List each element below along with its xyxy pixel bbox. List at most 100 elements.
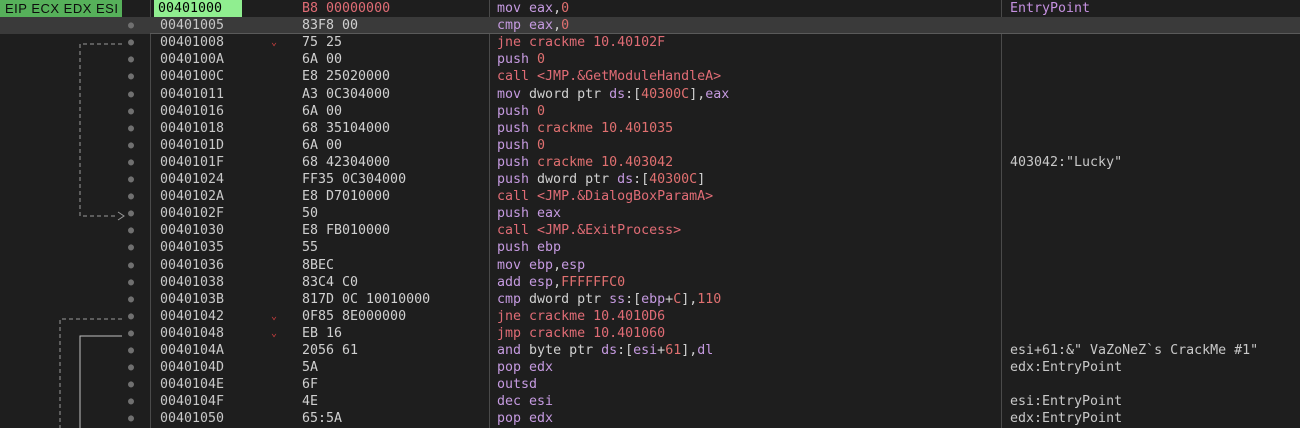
disasm-row[interactable]: ● 0040101F 68 42304000 push crackme 10.4030… (0, 154, 1300, 171)
address[interactable]: 00401000 (154, 0, 242, 17)
disasm-row[interactable]: ● 00401024 FF35 0C304000 push dword ptr ds:… (0, 171, 1300, 188)
instruction[interactable]: mov dword ptr ds:[40300C],eax (497, 86, 729, 103)
disasm-row[interactable]: 00401000 B8 00000000 mov eax,0 EntryPoint (0, 0, 1300, 17)
disasm-row[interactable]: ● 0040100A 6A 00 push 0 (0, 51, 1300, 68)
address[interactable]: 00401035 (160, 239, 224, 256)
instruction[interactable]: push 0 (497, 51, 545, 68)
address[interactable]: 0040104E (160, 376, 224, 393)
address[interactable]: 0040100C (160, 68, 224, 85)
address[interactable]: 00401050 (160, 410, 224, 427)
breakpoint-dot-icon[interactable]: ● (128, 17, 134, 34)
instruction[interactable]: pop edx (497, 359, 553, 376)
instruction[interactable]: push crackme 10.403042 (497, 154, 673, 171)
address[interactable]: 0040102A (160, 188, 224, 205)
disasm-row[interactable]: ● 00401036 8BEC mov ebp,esp (0, 257, 1300, 274)
address[interactable]: 0040101D (160, 137, 224, 154)
address[interactable]: 00401024 (160, 171, 224, 188)
disasm-row[interactable]: ● 00401050 65:5A pop edx edx:EntryPoint (0, 410, 1300, 427)
breakpoint-dot-icon[interactable]: ● (128, 291, 134, 308)
disasm-row[interactable]: ● 0040104A 2056 61 and byte ptr ds:[esi+61]… (0, 342, 1300, 359)
instruction[interactable]: jne crackme 10.40102F (497, 34, 665, 51)
address[interactable]: 0040101F (160, 154, 224, 171)
disasm-row[interactable]: ● 0040101D 6A 00 push 0 (0, 137, 1300, 154)
instruction[interactable]: outsd (497, 376, 537, 393)
breakpoint-dot-icon[interactable]: ● (128, 308, 134, 325)
instruction[interactable]: dec esi (497, 393, 553, 410)
instruction[interactable]: cmp eax,0 (497, 17, 569, 34)
address[interactable]: 0040102F (160, 205, 224, 222)
disasm-row[interactable]: ● 0040100C E8 25020000 call <JMP.&GetModule… (0, 68, 1300, 85)
address[interactable]: 00401048 (160, 325, 224, 342)
breakpoint-dot-icon[interactable]: ● (128, 359, 134, 376)
address[interactable]: 00401008 (160, 34, 224, 51)
instruction[interactable]: call <JMP.&GetModuleHandleA> (497, 68, 721, 85)
instruction[interactable]: cmp dword ptr ss:[ebp+C],110 (497, 291, 721, 308)
breakpoint-dot-icon[interactable]: ● (128, 257, 134, 274)
breakpoint-dot-icon[interactable]: ● (128, 325, 134, 342)
instruction[interactable]: push 0 (497, 137, 545, 154)
breakpoint-dot-icon[interactable]: ● (128, 103, 134, 120)
disasm-row[interactable]: ● 00401018 68 35104000 push crackme 10.4010… (0, 120, 1300, 137)
breakpoint-dot-icon[interactable]: ● (128, 205, 134, 222)
address[interactable]: 00401011 (160, 86, 224, 103)
address[interactable]: 0040103B (160, 291, 224, 308)
address[interactable]: 0040100A (160, 51, 224, 68)
breakpoint-dot-icon[interactable]: ● (128, 86, 134, 103)
instruction[interactable]: mov eax,0 (497, 0, 569, 17)
instruction[interactable]: push dword ptr ds:[40300C] (497, 171, 705, 188)
instruction[interactable]: jmp crackme 10.401060 (497, 325, 665, 342)
instruction[interactable]: push 0 (497, 103, 545, 120)
instruction[interactable]: and byte ptr ds:[esi+61],dl (497, 342, 713, 359)
breakpoint-dot-icon[interactable]: ● (128, 376, 134, 393)
disasm-row[interactable]: ● 0040102F 50 push eax (0, 205, 1300, 222)
instruction[interactable]: mov ebp,esp (497, 257, 585, 274)
instruction[interactable]: call <JMP.&ExitProcess> (497, 222, 681, 239)
disasm-row[interactable]: ● 00401048 ⌄ EB 16 jmp crackme 10.401060 (0, 325, 1300, 342)
instruction[interactable]: pop edx (497, 410, 553, 427)
disasm-row[interactable]: ● 0040103B 817D 0C 10010000 cmp dword ptr s… (0, 291, 1300, 308)
breakpoint-dot-icon[interactable]: ● (128, 68, 134, 85)
breakpoint-dot-icon[interactable]: ● (128, 154, 134, 171)
breakpoint-dot-icon[interactable]: ● (128, 393, 134, 410)
address[interactable]: 00401038 (160, 274, 224, 291)
address[interactable]: 0040104F (160, 393, 224, 410)
address[interactable]: 00401036 (160, 257, 224, 274)
instruction[interactable]: push eax (497, 205, 561, 222)
disasm-row[interactable]: ● 00401038 83C4 C0 add esp,FFFFFFC0 (0, 274, 1300, 291)
disasm-row[interactable]: ● 0040104D 5A pop edx edx:EntryPoint (0, 359, 1300, 376)
address[interactable]: 0040104D (160, 359, 224, 376)
disasm-row[interactable]: ● 00401030 E8 FB010000 call <JMP.&ExitProce… (0, 222, 1300, 239)
breakpoint-dot-icon[interactable]: ● (128, 137, 134, 154)
disasm-row[interactable]: ● 0040102A E8 D7010000 call <JMP.&DialogBox… (0, 188, 1300, 205)
disasm-row[interactable]: ● 00401035 55 push ebp (0, 239, 1300, 256)
breakpoint-dot-icon[interactable]: ● (128, 171, 134, 188)
breakpoint-dot-icon[interactable]: ● (128, 188, 134, 205)
breakpoint-dot-icon[interactable]: ● (128, 342, 134, 359)
disasm-row[interactable]: ● 0040104E 6F outsd (0, 376, 1300, 393)
disasm-row[interactable]: ● 00401005 83F8 00 cmp eax,0 (0, 17, 1300, 35)
address[interactable]: 00401018 (160, 120, 224, 137)
breakpoint-dot-icon[interactable]: ● (128, 274, 134, 291)
breakpoint-dot-icon[interactable]: ● (128, 222, 134, 239)
disasm-row[interactable]: ● 00401011 A3 0C304000 mov dword ptr ds:[40… (0, 86, 1300, 103)
breakpoint-dot-icon[interactable]: ● (128, 34, 134, 51)
breakpoint-dot-icon[interactable]: ● (128, 239, 134, 256)
opcode-bytes: 6F (302, 377, 319, 393)
breakpoint-dot-icon[interactable]: ● (128, 410, 134, 427)
instruction[interactable]: push ebp (497, 239, 561, 256)
address[interactable]: 00401030 (160, 222, 224, 239)
instruction[interactable]: call <JMP.&DialogBoxParamA> (497, 188, 713, 205)
instruction[interactable]: push crackme 10.401035 (497, 120, 673, 137)
breakpoint-dot-icon[interactable]: ● (128, 51, 134, 68)
instruction[interactable]: jne crackme 10.4010D6 (497, 308, 665, 325)
disasm-row[interactable]: ● 0040104F 4E dec esi esi:EntryPoint (0, 393, 1300, 410)
address[interactable]: 00401005 (160, 17, 224, 34)
instruction[interactable]: add esp,FFFFFFC0 (497, 274, 625, 291)
address[interactable]: 0040104A (160, 342, 224, 359)
address[interactable]: 00401042 (160, 308, 224, 325)
address[interactable]: 00401016 (160, 103, 224, 120)
breakpoint-dot-icon[interactable]: ● (128, 120, 134, 137)
disasm-row[interactable]: ● 00401008 ⌄ 75 25 jne crackme 10.40102F (0, 34, 1300, 51)
disasm-row[interactable]: ● 00401016 6A 00 push 0 (0, 103, 1300, 120)
disasm-row[interactable]: ● 00401042 ⌄ 0F85 8E000000 jne crackme 10.40… (0, 308, 1300, 325)
